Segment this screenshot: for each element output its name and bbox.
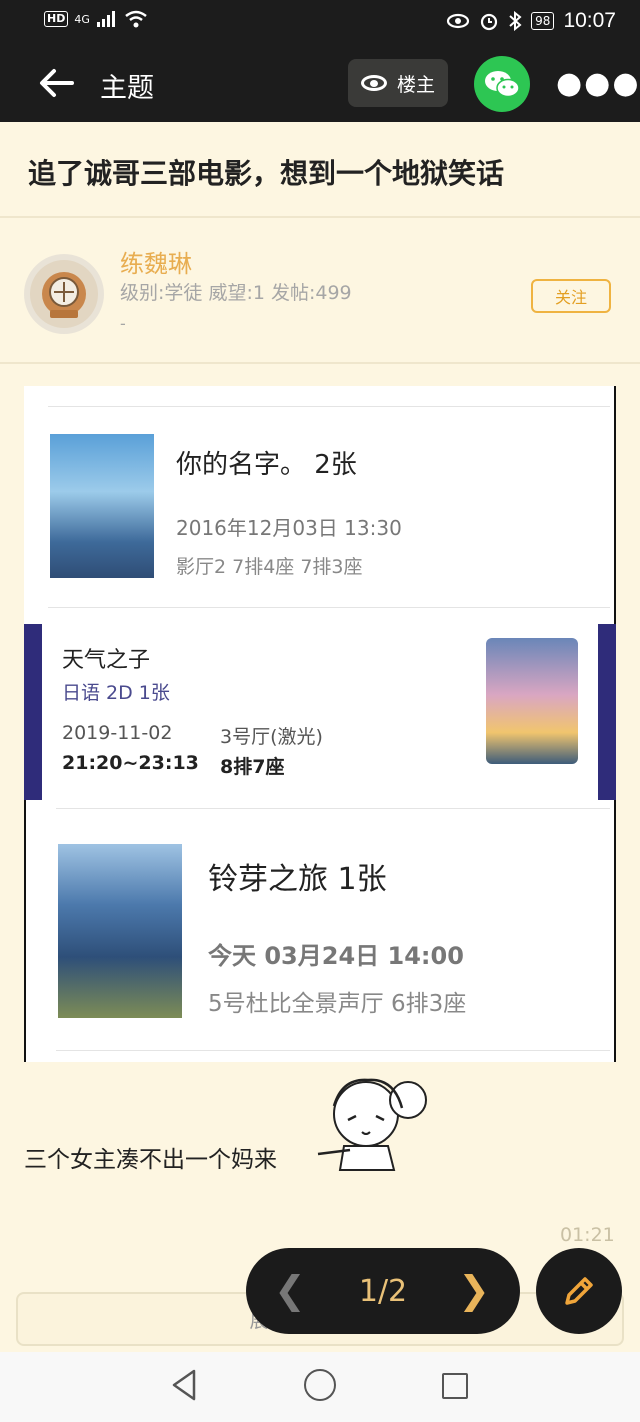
ticket-divider bbox=[56, 808, 610, 809]
ticket-image-1[interactable]: 你的名字。 2张 2016年12月03日 13:30 影厅2 7排4座 7排3座 bbox=[24, 386, 616, 624]
eye-icon bbox=[360, 75, 387, 91]
pager: ❮ 1/2 ❯ bbox=[246, 1248, 520, 1334]
status-bar: HD 4G 98 10:07 bbox=[0, 0, 640, 44]
ticket-seats: 5号杜比全景声厅 6排3座 bbox=[208, 991, 467, 1017]
ticket-datetime: 今天 03月24日 14:00 bbox=[208, 942, 464, 970]
reply-button[interactable] bbox=[536, 1248, 622, 1334]
ticket-datetime: 2016年12月03日 13:30 bbox=[176, 516, 402, 540]
ticket-seats: 影厅2 7排4座 7排3座 bbox=[176, 556, 363, 578]
thread-title: 追了诚哥三部电影，想到一个地狱笑话 bbox=[28, 157, 505, 190]
movie-poster bbox=[486, 638, 578, 764]
signal-icon bbox=[96, 11, 115, 27]
battery-level: 98 bbox=[531, 12, 555, 30]
ticket-image-2[interactable]: 天气之子 日语 2D 1张 2019-11-02 21:20~23:13 3号厅… bbox=[24, 624, 616, 800]
divider bbox=[0, 362, 640, 364]
movie-poster bbox=[50, 434, 154, 578]
wechat-icon bbox=[485, 71, 520, 98]
ticket-divider bbox=[48, 406, 610, 407]
more-icon[interactable]: ●●● bbox=[556, 66, 640, 101]
sticker-image bbox=[317, 1078, 427, 1171]
avatar[interactable] bbox=[24, 254, 104, 334]
bluetooth-icon bbox=[509, 11, 522, 31]
owner-only-label: 楼主 bbox=[396, 73, 435, 96]
owner-only-button[interactable]: 楼主 bbox=[348, 59, 448, 107]
nav-back-icon[interactable] bbox=[170, 1368, 198, 1402]
author-name[interactable]: 练魏琳 bbox=[120, 244, 192, 279]
post-time: 01:21 bbox=[560, 1224, 615, 1246]
next-icon[interactable]: ❯ bbox=[458, 1268, 490, 1312]
alarm-icon bbox=[481, 13, 498, 31]
ticket-hall: 3号厅(激光) bbox=[220, 726, 323, 748]
wifi-icon bbox=[125, 10, 147, 28]
movie-poster bbox=[58, 844, 182, 1018]
wechat-share-button[interactable] bbox=[474, 56, 530, 112]
status-left: HD 4G bbox=[44, 10, 148, 28]
ticket-divider bbox=[56, 1050, 610, 1051]
ticket-movie: 你的名字。 2张 bbox=[176, 450, 357, 480]
eye-comfort-icon bbox=[447, 13, 470, 29]
nav-recents-icon[interactable] bbox=[442, 1373, 468, 1399]
page-title: 主题 bbox=[100, 73, 154, 104]
ticket-format: 日语 2D 1张 bbox=[62, 682, 170, 704]
ticket-date: 2019-11-02 bbox=[62, 722, 173, 744]
clock: 10:07 bbox=[563, 9, 616, 32]
system-nav-bar bbox=[0, 1352, 640, 1422]
ticket-movie: 铃芽之旅 1张 bbox=[208, 862, 387, 897]
divider bbox=[0, 216, 640, 218]
top-bar: 主题 楼主 ●●● bbox=[0, 44, 640, 122]
follow-button[interactable]: 关注 bbox=[531, 279, 611, 313]
ticket-time: 21:20~23:13 bbox=[62, 752, 199, 774]
author-signature: - bbox=[120, 314, 126, 333]
network-type: 4G bbox=[74, 12, 90, 26]
author-meta: 级别:学徒 威望:1 发帖:499 bbox=[120, 282, 352, 304]
ticket-image-3[interactable]: 铃芽之旅 1张 今天 03月24日 14:00 5号杜比全景声厅 6排3座 bbox=[24, 800, 616, 1062]
status-right: 98 10:07 bbox=[446, 9, 616, 33]
ticket-movie: 天气之子 bbox=[62, 648, 151, 673]
post-text: 三个女主凑不出一个妈来 bbox=[24, 1147, 277, 1173]
back-arrow-icon[interactable] bbox=[38, 68, 74, 98]
ticket-divider bbox=[48, 607, 610, 608]
avatar-image bbox=[30, 260, 98, 328]
nav-home-icon[interactable] bbox=[304, 1369, 336, 1401]
ticket-seat: 8排7座 bbox=[220, 756, 285, 778]
pencil-icon bbox=[565, 1277, 593, 1305]
hd-badge: HD bbox=[44, 11, 69, 27]
